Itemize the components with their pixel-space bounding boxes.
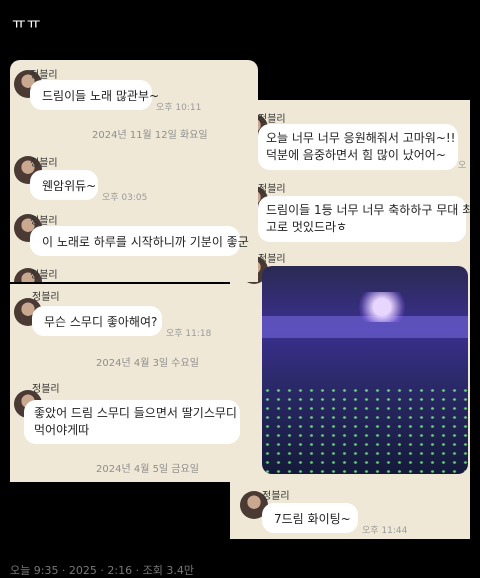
chat-panel-left-top: 정블리 드림이들 노래 많관부~ 오후 10:11 2024년 11월 12일 … (10, 60, 258, 282)
sender-name: 정블리 (262, 491, 290, 502)
message-text: 드림이들 1등 너무 너무 축하하구 무대 최 (266, 203, 470, 217)
date-divider: 2024년 4월 5일 금요일 (96, 464, 199, 475)
message-bubble: 7드림 화이팅~ (262, 503, 358, 533)
message-bubble: 오늘 너무 너무 응원해줘서 고마워~!! 덕분에 음중하면서 힘 많이 났어어… (258, 124, 458, 170)
post-meta-text: 오늘 9:35 · 2025 · 2:16 · 조회 3.4만 (10, 564, 194, 577)
message-time: 오후 10:11 (156, 103, 202, 113)
stage-lights (352, 292, 412, 322)
sender-name: 정블리 (30, 270, 58, 281)
chat-panel-right-bottom: 정블리 7드림 화이팅~ 오후 11:44 (230, 477, 470, 539)
date-divider: 2024년 4월 3일 수요일 (96, 358, 199, 369)
sender-name: 정블리 (258, 114, 286, 125)
message-text: 고로 멋있드라ㅎ (266, 220, 348, 234)
sender-name: 정블리 (258, 184, 286, 195)
sender-name: 정블리 (30, 216, 58, 227)
message-bubble: 이 노래로 하루를 시작하니까 기분이 좋군 (30, 226, 249, 256)
message-bubble: 드림이들 1등 너무 너무 축하하구 무대 최 고로 멋있드라ㅎ (258, 196, 470, 242)
chat-panel-right: 정블리 오늘 너무 너무 응원해줘서 고마워~!! 덕분에 음중하면서 힘 많이… (230, 100, 470, 477)
sender-name: 정블리 (32, 292, 60, 303)
chat-panel-left-bottom: 정블리 무슨 스무디 좋아해여? 오후 11:18 2024년 4월 3일 수요… (10, 284, 258, 482)
message-bubble: 무슨 스무디 좋아해여? (32, 306, 162, 336)
crowd-lightsticks (262, 386, 468, 474)
sender-name: 정블리 (258, 254, 286, 265)
message-text: 먹어야게따 (34, 423, 90, 437)
sender-name: 정블리 (30, 158, 58, 169)
message-time: 오후 11:18 (166, 329, 212, 339)
post-title-text: ㅠㅠ (12, 14, 42, 32)
sender-name: 정블리 (32, 384, 60, 395)
message-text: 오늘 너무 너무 응원해줘서 고마워~!! (266, 131, 456, 145)
message-text: 덕분에 음중하면서 힘 많이 났어어~ (266, 148, 446, 162)
message-bubble: 웬암위듀~ (30, 170, 98, 200)
message-bubble: 좋았어 드림 스무디 들으면서 딸기스무디 먹어야게따 (24, 400, 240, 444)
sender-name: 정블리 (30, 70, 58, 81)
message-bubble: 드림이들 노래 많관부~ (30, 80, 159, 110)
message-time: 오후 03:05 (102, 193, 148, 203)
concert-photo[interactable] (262, 266, 468, 474)
message-time: 오후 11:44 (362, 526, 408, 536)
message-text: 좋았어 드림 스무디 들으면서 딸기스무디 (34, 406, 237, 420)
message-time: 오 (458, 161, 467, 171)
date-divider: 2024년 11월 12일 화요일 (92, 130, 208, 141)
